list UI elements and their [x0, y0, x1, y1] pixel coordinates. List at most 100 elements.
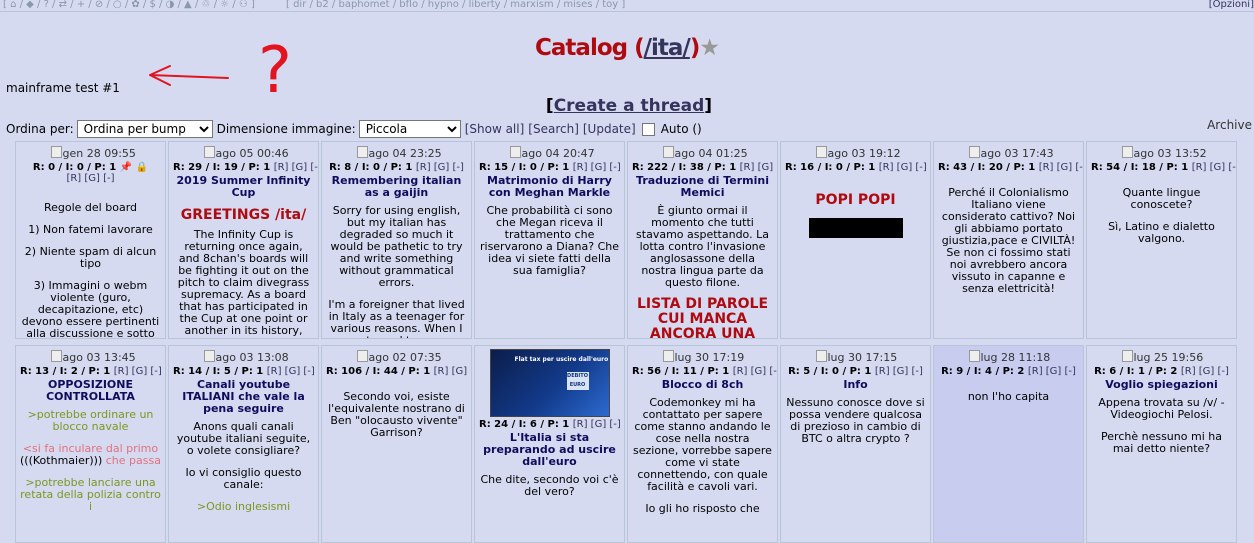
thread-links[interactable]: [R] [G] [-]: [1028, 366, 1076, 377]
thread-date: ago 05 00:46: [215, 147, 289, 160]
thread-subject[interactable]: OPPOSIZIONE CONTROLLATA: [20, 379, 161, 403]
thread-links[interactable]: [R] [G] [-]: [573, 162, 621, 173]
catalog-thread[interactable]: ago 05 00:46 R: 29 / I: 19 / P: 1 [R] [G]…: [168, 141, 319, 339]
search-link[interactable]: [Search]: [528, 122, 579, 136]
archive-link[interactable]: Archive: [1207, 118, 1252, 132]
auto-checkbox[interactable]: [641, 122, 655, 136]
thread-thumbnail[interactable]: ago 03 13:08: [203, 350, 289, 364]
thread-links[interactable]: [R] [G] [-]: [879, 162, 927, 173]
thread-thumbnail[interactable]: ago 04 01:25: [662, 146, 748, 160]
thread-subject[interactable]: L'Italia si sta preparando ad uscire dal…: [479, 432, 620, 468]
thread-thumbnail[interactable]: ago 03 19:12: [815, 146, 901, 160]
catalog-thread[interactable]: ago 03 17:43 R: 43 / I: 20 / P: 1 [R] [G]…: [933, 141, 1084, 339]
broken-image-icon: [1121, 146, 1133, 158]
board-link[interactable]: /ita/: [644, 35, 691, 61]
catalog-thread[interactable]: lug 30 17:19 R: 56 / I: 11 / P: 1 [R] [G]…: [627, 345, 778, 543]
broken-image-icon: [50, 350, 62, 362]
thread-counts: R: 54 / I: 18 / P: 1: [1091, 162, 1189, 173]
thread-subject[interactable]: Traduzione di Termini Memici: [632, 175, 773, 199]
thread-links[interactable]: [R] [G] [-]: [274, 162, 318, 173]
thread-links[interactable]: [R] [G] [-]: [267, 366, 315, 377]
thread-subject[interactable]: Remembering italian as a gaijin: [326, 175, 467, 199]
thread-body: Secondo voi, esiste l'equivalente nostra…: [326, 391, 467, 439]
thread-links[interactable]: [R] [G] [-]: [1181, 366, 1229, 377]
thread-subject[interactable]: Voglio spiegazioni: [1091, 379, 1232, 391]
thread-paragraph: non l'ho capita: [967, 390, 1050, 403]
thread-subject[interactable]: Info: [785, 379, 926, 391]
catalog-thread[interactable]: ago 02 07:35 R: 106 / I: 44 / P: 1 [R] [G…: [321, 345, 472, 543]
thread-thumbnail[interactable]: ago 05 00:46: [203, 146, 289, 160]
catalog-thread[interactable]: gen 28 09:55 R: 0 / I: 0 / P: 1 📌 🔒 [R] [G…: [15, 141, 166, 339]
thread-links[interactable]: [R] [G] [-]: [20, 173, 161, 184]
thread-body: Codemonkey mi ha contattato per sapere c…: [632, 397, 773, 515]
thread-body: Perché il Colonialismo Italiano viene co…: [938, 187, 1079, 295]
thread-paragraph: Sì, Latino e dialetto valgono.: [1108, 220, 1215, 245]
catalog-thread[interactable]: ago 04 23:25 R: 8 / I: 0 / P: 1 [R] [G] […: [321, 141, 472, 339]
sort-select[interactable]: Ordina per bump: [76, 120, 213, 138]
options-link[interactable]: [Opzioni]: [1209, 0, 1254, 10]
thread-links[interactable]: [R] [G] [-]: [733, 366, 777, 377]
thread-thumbnail[interactable]: lug 30 17:19: [662, 350, 744, 364]
thread-thumbnail[interactable]: lug 30 17:15: [815, 350, 897, 364]
catalog-thread[interactable]: Flat tax per uscire dall'euro DEBITO EURO…: [474, 345, 625, 543]
show-all-link[interactable]: [Show all]: [465, 122, 525, 136]
broken-image-icon: [815, 146, 827, 158]
board-list[interactable]: [ dir / b2 / baphomet / bflo / hypno / l…: [286, 0, 625, 10]
catalog-thread[interactable]: ago 03 13:45 R: 13 / I: 2 / P: 1 [R] [G] …: [15, 345, 166, 543]
thread-links[interactable]: [R] [G] [-]: [434, 366, 471, 377]
broken-image-icon: [815, 350, 827, 362]
thread-date: ago 04 23:25: [368, 147, 442, 160]
thread-thumbnail[interactable]: gen 28 09:55: [50, 146, 136, 160]
thread-date: lug 25 19:56: [1133, 351, 1204, 364]
thread-body: Regole del board 1) Non fatemi lavorare 2)…: [20, 202, 161, 339]
thread-body: >potrebbe ordinare un blocco navale <si f…: [20, 409, 161, 513]
thread-stats: R: 9 / I: 4 / P: 2 [R] [G] [-]: [938, 366, 1079, 377]
title-suffix: ): [689, 35, 700, 61]
thread-thumbnail[interactable]: ago 03 13:52: [1121, 146, 1207, 160]
thread-thumbnail[interactable]: ago 02 07:35: [356, 350, 442, 364]
thread-thumbnail[interactable]: ago 04 23:25: [356, 146, 442, 160]
thread-subject[interactable]: Canali youtube ITALIANI che vale la pena…: [173, 379, 314, 415]
catalog-thread[interactable]: ago 03 13:52 R: 54 / I: 18 / P: 1 [R] [G]…: [1086, 141, 1237, 339]
arrow-icon: [149, 65, 229, 86]
thread-subject[interactable]: 2019 Summer Infinity Cup: [173, 175, 314, 199]
thread-links[interactable]: [R] [G] [-]: [740, 162, 777, 173]
thread-links[interactable]: [R] [G] [-]: [114, 366, 162, 377]
thread-counts: R: 14 / I: 5 / P: 1: [173, 366, 264, 377]
toolbar-icons[interactable]: [ ⌂ / ◆ / ? / ⇄ / + / ⊘ / ○ / ✿ / $ / ◑ …: [3, 0, 255, 10]
thread-body: È giunto ormai il momento che tutti stav…: [632, 205, 773, 289]
thread-links[interactable]: [R] [G] [-]: [1039, 162, 1083, 173]
catalog-thread[interactable]: ago 03 13:08 R: 14 / I: 5 / P: 1 [R] [G] …: [168, 345, 319, 543]
thread-thumbnail[interactable]: ago 03 17:43: [968, 146, 1054, 160]
thread-links[interactable]: [R] [G] [-]: [416, 162, 464, 173]
thread-thumbnail[interactable]: lug 28 11:18: [968, 350, 1050, 364]
thread-thumbnail[interactable]: Flat tax per uscire dall'euro DEBITO EURO: [489, 349, 610, 417]
thread-links[interactable]: [R] [G] [-]: [1192, 162, 1236, 173]
create-thread-link[interactable]: Create a thread: [554, 96, 705, 116]
thread-paragraph: I'm a foreigner that lived in Italy as a…: [328, 298, 465, 339]
thread-thumbnail[interactable]: ago 03 13:45: [50, 350, 136, 364]
thread-thumbnail[interactable]: lug 25 19:56: [1121, 350, 1204, 364]
thread-links[interactable]: [R] [G] [-]: [875, 366, 923, 377]
image-size-select[interactable]: Piccola: [358, 120, 461, 138]
thread-heading: LISTA DI PAROLE CUI MANCA ANCORA UNA: [636, 296, 769, 339]
catalog-thread[interactable]: lug 25 19:56 R: 6 / I: 1 / P: 2 [R] [G] […: [1086, 345, 1237, 543]
thread-body: The Infinity Cup is returning once again…: [173, 229, 314, 339]
thread-paragraph: Io gli ho risposto che: [645, 502, 760, 515]
catalog-thread[interactable]: ago 04 01:25 R: 222 / I: 38 / P: 1 [R] [G…: [627, 141, 778, 339]
thread-body: Sorry for using english, but my italian …: [326, 205, 467, 339]
thread-subject[interactable]: Matrimonio di Harry con Meghan Markle: [479, 175, 620, 199]
catalog-thread[interactable]: ago 04 20:47 R: 15 / I: 0 / P: 1 [R] [G] …: [474, 141, 625, 339]
thread-links[interactable]: [R] [G] [-]: [573, 419, 621, 430]
thread-thumbnail[interactable]: ago 04 20:47: [509, 146, 595, 160]
catalog-thread[interactable]: lug 28 11:18 R: 9 / I: 4 / P: 2 [R] [G] […: [933, 345, 1084, 543]
broken-image-icon: [662, 350, 674, 362]
star-icon[interactable]: ★: [699, 35, 720, 61]
catalog-thread[interactable]: ago 03 19:12 R: 16 / I: 0 / P: 1 [R] [G] …: [780, 141, 931, 339]
thread-date: ago 02 07:35: [368, 351, 442, 364]
thread-counts: R: 29 / I: 19 / P: 1: [173, 162, 271, 173]
thread-paragraph: che passa: [102, 454, 161, 467]
catalog-thread[interactable]: lug 30 17:15 R: 5 / I: 0 / P: 1 [R] [G] […: [780, 345, 931, 543]
update-link[interactable]: [Update]: [583, 122, 636, 136]
thread-subject[interactable]: Blocco di 8ch: [632, 379, 773, 391]
